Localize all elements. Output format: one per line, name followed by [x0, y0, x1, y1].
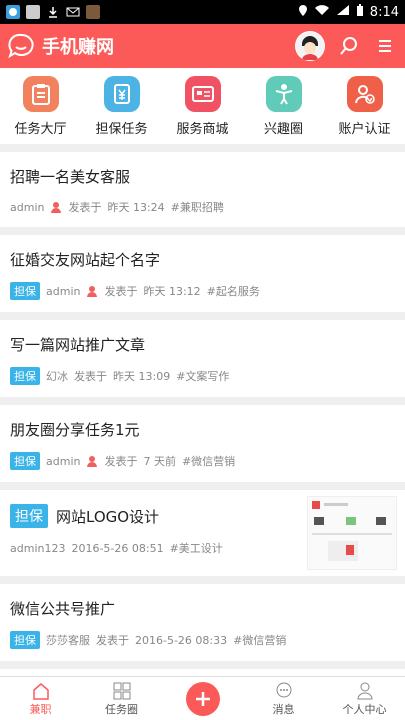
- task-author: admin123: [10, 541, 66, 555]
- task-meta: 担保 admin 发表于 昨天 13:12 #起名服务: [10, 282, 395, 312]
- bottom-nav: 兼职 任务圈 消息 个人中心: [0, 676, 405, 720]
- category-task-hall[interactable]: 任务大厅: [1, 76, 81, 137]
- task-posted-label: 发表于: [104, 285, 138, 298]
- task-author: 幻冰: [46, 370, 68, 383]
- plus-icon: [185, 681, 220, 716]
- nav-tasks[interactable]: 任务圈: [87, 681, 157, 717]
- task-time: 昨天 13:12: [143, 285, 201, 298]
- task-meta: 担保 幻冰 发表于 昨天 13:09 #文案写作: [10, 367, 395, 397]
- app-title: 手机赚网: [42, 37, 114, 58]
- status-time: 8:14: [369, 4, 399, 20]
- category-account-verify[interactable]: 账户认证: [325, 76, 405, 137]
- list-item[interactable]: 朋友圈分享任务1元 担保 admin 发表于 7 天前 #微信营销: [0, 405, 405, 482]
- signal-icon: [336, 4, 350, 20]
- download-icon: [46, 5, 60, 19]
- task-title: 朋友圈分享任务1元: [10, 421, 140, 439]
- chat-bubble-logo-icon: [8, 33, 34, 59]
- yen-document-icon: [103, 76, 140, 112]
- task-meta: admin 发表于 昨天 13:24 #兼职招聘: [10, 199, 395, 227]
- nav-label: 兼职: [29, 702, 52, 716]
- guarantee-badge: 担保: [10, 631, 40, 649]
- task-time: 昨天 13:09: [113, 370, 171, 383]
- nav-label: 消息: [272, 702, 295, 716]
- task-author: admin: [10, 200, 45, 214]
- category-guarantee[interactable]: 担保任务: [82, 76, 162, 137]
- nav-label: 任务圈: [105, 702, 138, 716]
- card-icon: [184, 76, 221, 112]
- menu-icon[interactable]: [373, 34, 397, 58]
- guarantee-badge: 担保: [10, 504, 48, 528]
- category-label: 兴趣圈: [263, 122, 303, 137]
- clipboard-icon: [22, 76, 59, 112]
- task-category[interactable]: #微信营销: [233, 632, 286, 648]
- task-posted-label: 发表于: [96, 634, 129, 647]
- task-time: 2016-5-26 08:33: [135, 633, 228, 647]
- search-icon[interactable]: [337, 34, 361, 58]
- category-label: 任务大厅: [14, 122, 67, 137]
- task-author: admin: [46, 454, 81, 468]
- category-service-mall[interactable]: 服务商城: [163, 76, 243, 137]
- app-notification-icon: [26, 5, 40, 19]
- app-bar: 手机赚网: [0, 24, 405, 68]
- location-icon: [298, 4, 308, 21]
- task-meta: 担保 莎莎客服 发表于 2016-5-26 08:33 #微信营销: [10, 631, 395, 661]
- list-item[interactable]: 写一篇网站推广文章 担保 幻冰 发表于 昨天 13:09 #文案写作: [0, 320, 405, 397]
- app-notification-icon: [6, 5, 20, 19]
- category-label: 担保任务: [95, 122, 148, 137]
- task-author: admin: [46, 284, 81, 298]
- nav-label: 个人中心: [342, 702, 387, 716]
- task-title: 招聘一名美女客服: [10, 168, 131, 186]
- task-thumbnail[interactable]: [307, 496, 397, 570]
- home-icon: [31, 681, 51, 701]
- task-category[interactable]: #文案写作: [176, 368, 229, 384]
- mail-icon: [66, 5, 80, 19]
- user-verify-icon: [346, 76, 383, 112]
- user-icon: [50, 201, 62, 213]
- task-time: 昨天 13:24: [107, 201, 165, 214]
- category-interest-circle[interactable]: 兴趣圈: [244, 76, 324, 137]
- task-title: 写一篇网站推广文章: [10, 336, 146, 354]
- task-category[interactable]: #美工设计: [170, 540, 223, 556]
- nav-publish[interactable]: [168, 681, 238, 716]
- task-time: 7 天前: [143, 455, 176, 468]
- person-icon: [265, 76, 302, 112]
- task-author: 莎莎客服: [46, 634, 90, 647]
- user-icon: [355, 681, 375, 701]
- task-list: 招聘一名美女客服 admin 发表于 昨天 13:24 #兼职招聘 征婚交友网站…: [0, 152, 405, 712]
- user-icon: [86, 285, 98, 297]
- category-label: 账户认证: [338, 122, 391, 137]
- list-item[interactable]: 担保 网站LOGO设计 admin123 2016-5-26 08:51 #美工…: [0, 490, 405, 576]
- avatar[interactable]: [295, 31, 325, 61]
- message-icon: [274, 681, 294, 701]
- user-icon: [86, 455, 98, 467]
- task-title: 微信公共号推广: [10, 600, 116, 618]
- task-category[interactable]: #兼职招聘: [171, 199, 224, 215]
- grid-icon: [112, 681, 132, 701]
- task-meta: 担保 admin 发表于 7 天前 #微信营销: [10, 452, 395, 482]
- task-title: 征婚交友网站起个名字: [10, 251, 161, 269]
- nav-profile[interactable]: 个人中心: [330, 681, 400, 717]
- guarantee-badge: 担保: [10, 367, 40, 385]
- category-bar: 任务大厅 担保任务 服务商城 兴趣圈 账户认证: [0, 68, 405, 144]
- guarantee-badge: 担保: [10, 282, 40, 300]
- task-title: 网站LOGO设计: [56, 507, 160, 526]
- guarantee-badge: 担保: [10, 452, 40, 470]
- task-posted-label: 发表于: [74, 370, 107, 383]
- game-notification-icon: [86, 5, 100, 19]
- task-posted-label: 发表于: [68, 201, 102, 214]
- nav-messages[interactable]: 消息: [249, 681, 319, 717]
- list-item[interactable]: 招聘一名美女客服 admin 发表于 昨天 13:24 #兼职招聘: [0, 152, 405, 227]
- task-category[interactable]: #起名服务: [207, 283, 260, 299]
- status-bar: 8:14: [0, 0, 405, 24]
- task-category[interactable]: #微信营销: [182, 453, 235, 469]
- list-item[interactable]: 征婚交友网站起个名字 担保 admin 发表于 昨天 13:12 #起名服务: [0, 235, 405, 312]
- task-time: 2016-5-26 08:51: [71, 541, 164, 555]
- nav-jobs[interactable]: 兼职: [6, 681, 76, 717]
- category-label: 服务商城: [176, 122, 229, 137]
- list-item[interactable]: 微信公共号推广 担保 莎莎客服 发表于 2016-5-26 08:33 #微信营…: [0, 584, 405, 661]
- battery-icon: [356, 3, 364, 21]
- wifi-icon: [314, 4, 330, 20]
- task-posted-label: 发表于: [104, 455, 138, 468]
